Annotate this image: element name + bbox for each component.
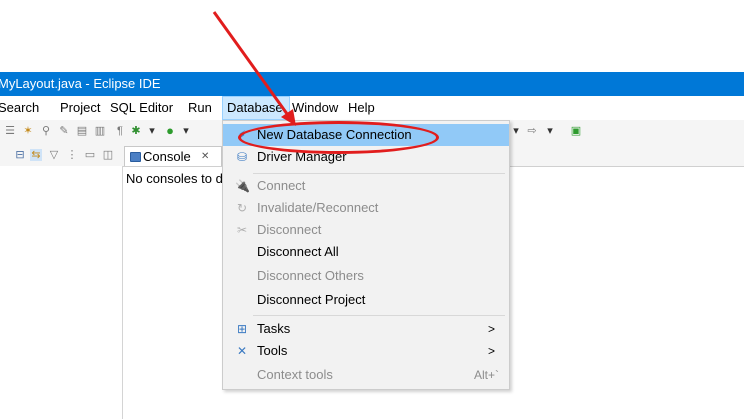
arrow-head (281, 109, 296, 126)
annotation-arrow (212, 11, 296, 126)
arrow-shaft (212, 11, 292, 119)
